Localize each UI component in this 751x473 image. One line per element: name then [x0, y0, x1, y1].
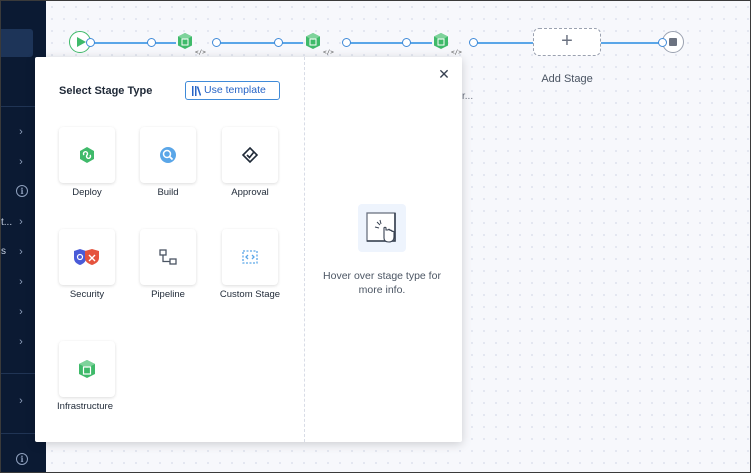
stage-type-security[interactable] [59, 229, 115, 285]
approval-icon [241, 146, 259, 164]
custom-stage-icon [242, 250, 258, 264]
stop-icon [669, 38, 677, 46]
stage-type-label: Build [157, 187, 179, 198]
help-info-icon[interactable]: i [16, 453, 28, 465]
connector-dot [342, 38, 351, 47]
pipeline-stage[interactable]: </> [173, 29, 206, 57]
chevron-right-icon[interactable]: › [16, 157, 26, 168]
nav-item-label-truncated: s [1, 246, 6, 257]
add-stage-button[interactable]: + [533, 28, 601, 56]
app-window: › › i t... › s › › › › › i </> </> </> +… [0, 0, 751, 473]
stage-type-pipeline[interactable] [140, 229, 196, 285]
stage-type-approval[interactable] [222, 127, 278, 183]
chevron-right-icon[interactable]: › [16, 396, 26, 407]
chevron-right-icon[interactable]: › [16, 217, 26, 228]
deploy-icon [80, 147, 94, 163]
stage-type-deploy[interactable] [59, 127, 115, 183]
chevron-right-icon[interactable]: › [16, 277, 26, 288]
stage-type-label: Approval [231, 187, 269, 198]
infrastructure-icon [178, 33, 192, 49]
build-icon [160, 147, 176, 163]
pipeline-connector [281, 42, 303, 44]
chevron-right-icon[interactable]: › [16, 307, 26, 318]
infrastructure-icon [79, 360, 95, 378]
stage-type-label: Security [69, 289, 105, 300]
close-icon[interactable]: ✕ [437, 67, 451, 81]
security-icon [74, 249, 99, 265]
chevron-right-icon[interactable]: › [16, 337, 26, 348]
stage-name-truncated: r... [462, 91, 474, 102]
use-template-label: Use template [204, 84, 266, 96]
pipeline-connector [216, 42, 276, 44]
pipeline-connector [91, 42, 151, 44]
stage-type-label: Custom Stage [219, 289, 281, 300]
dialog-divider [304, 57, 305, 442]
use-template-button[interactable]: Use template [185, 81, 280, 100]
hover-hint-illustration [358, 204, 406, 252]
nav-item-label-truncated: t... [1, 217, 13, 228]
stage-type-label: Pipeline [151, 289, 185, 300]
stage-type-custom-stage[interactable] [222, 229, 278, 285]
infrastructure-icon [306, 33, 320, 49]
chevron-right-icon[interactable]: › [16, 127, 26, 138]
connector-dot [274, 38, 283, 47]
pipeline-stage[interactable]: </> [429, 29, 462, 57]
template-icon [192, 86, 201, 96]
code-icon: </> [323, 49, 334, 56]
stage-type-label: Deploy [72, 187, 102, 198]
play-icon [77, 37, 86, 47]
nav-active-item[interactable] [1, 29, 33, 57]
connector-dot [469, 38, 478, 47]
stage-type-label: Infrastructure [57, 401, 113, 412]
pipeline-connector [346, 42, 406, 44]
connector-dot [147, 38, 156, 47]
connector-dot [86, 38, 95, 47]
connector-dot [402, 38, 411, 47]
connector-dot [658, 38, 667, 47]
connector-dot [212, 38, 221, 47]
chevron-right-icon[interactable]: › [16, 247, 26, 258]
pipeline-stage[interactable]: </> [301, 29, 334, 57]
code-icon: </> [195, 49, 206, 56]
pipeline-connector [473, 42, 533, 44]
code-icon: </> [451, 49, 462, 56]
pipeline-connector [601, 42, 663, 44]
pointer-hand-icon [366, 212, 396, 243]
stage-type-infrastructure[interactable] [59, 341, 115, 397]
add-stage-label: Add Stage [541, 73, 593, 85]
stage-type-build[interactable] [140, 127, 196, 183]
infrastructure-icon [434, 33, 448, 49]
dialog-title: Select Stage Type [59, 85, 153, 97]
select-stage-type-dialog: Select Stage Type Use template ✕ Deploy … [35, 57, 462, 442]
pipeline-icon [159, 249, 177, 265]
hover-hint-text: Hover over stage type for more info. [323, 270, 441, 296]
info-icon[interactable]: i [16, 185, 28, 197]
